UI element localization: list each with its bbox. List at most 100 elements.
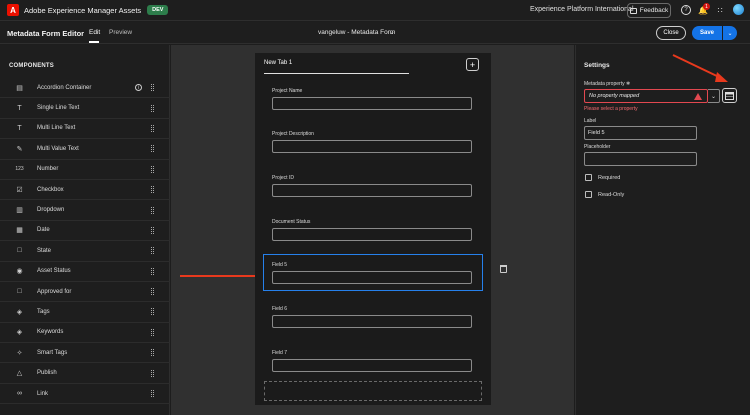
field-input[interactable]: [272, 359, 472, 372]
component-multi-line-text[interactable]: T Multi Line Text: [0, 119, 170, 140]
component-label: Dropdown: [37, 207, 65, 214]
component-label: Multi Line Text: [37, 125, 76, 132]
placeholder-input[interactable]: [584, 152, 697, 166]
readonly-checkbox-row[interactable]: Read-Only: [585, 191, 624, 198]
component-publish[interactable]: △ Publish: [0, 363, 170, 384]
component-asset-status[interactable]: ◉ Asset Status: [0, 262, 170, 282]
drag-handle-icon[interactable]: [151, 145, 154, 153]
field-input[interactable]: [272, 315, 472, 328]
metadata-property-select[interactable]: No property mapped: [584, 89, 708, 103]
save-button[interactable]: Save: [692, 26, 722, 40]
status-icon: ◉: [16, 268, 23, 276]
form-card: New Tab 1 + Project Name Project Descrip…: [255, 53, 491, 405]
component-keywords[interactable]: ◈ Keywords: [0, 323, 170, 344]
form-field-project-id[interactable]: Project ID: [272, 175, 472, 197]
component-approved-for[interactable]: □ Approved for: [0, 282, 170, 303]
adobe-logo[interactable]: A: [7, 4, 19, 16]
approved-icon: □: [17, 288, 22, 296]
component-label: Approved for: [37, 288, 72, 295]
field-input[interactable]: [272, 184, 472, 197]
feedback-icon: [629, 7, 637, 14]
components-panel: COMPONENTS ▤ Accordion Container i T Sin…: [0, 45, 170, 415]
info-icon[interactable]: i: [135, 84, 142, 92]
field-input[interactable]: [272, 271, 472, 284]
app-title[interactable]: Adobe Experience Manager Assets: [24, 6, 141, 15]
form-field-project-description[interactable]: Project Description: [272, 131, 472, 153]
component-label: Link: [37, 390, 49, 397]
label-input[interactable]: Field 5: [584, 126, 697, 140]
chevron-down-icon[interactable]: ⌄: [389, 28, 395, 36]
required-label: Required: [598, 174, 621, 181]
component-checkbox[interactable]: ☑ Checkbox: [0, 180, 170, 201]
help-icon[interactable]: ?: [681, 5, 691, 15]
drag-handle-icon[interactable]: [151, 308, 154, 316]
component-label: Accordion Container: [37, 84, 92, 91]
form-field-field-5[interactable]: Field 5: [272, 262, 472, 284]
drag-handle-icon[interactable]: [151, 226, 154, 234]
state-icon: □: [17, 247, 22, 255]
drag-handle-icon[interactable]: [151, 247, 154, 255]
required-checkbox-row[interactable]: Required: [585, 174, 620, 181]
field-input[interactable]: [272, 228, 472, 241]
table-icon: [725, 91, 734, 100]
drag-handle-icon[interactable]: [151, 390, 154, 398]
save-options-button[interactable]: ⌄: [723, 26, 737, 40]
component-label: Asset Status: [37, 268, 71, 275]
drag-handle-icon[interactable]: [151, 369, 154, 377]
drag-handle-icon[interactable]: [151, 349, 154, 357]
component-dropdown[interactable]: ▥ Dropdown: [0, 200, 170, 221]
drag-handle-icon[interactable]: [151, 267, 154, 275]
drag-handle-icon[interactable]: [151, 288, 154, 296]
close-button[interactable]: Close: [656, 26, 686, 40]
number-icon: 123: [15, 166, 24, 173]
accordion-icon: ▤: [16, 84, 23, 92]
tab-edit[interactable]: Edit: [89, 29, 100, 36]
component-link[interactable]: ∞ Link: [0, 384, 170, 405]
add-tab-button[interactable]: +: [466, 58, 479, 71]
form-field-document-status[interactable]: Document Status: [272, 219, 472, 241]
tab-new-tab-1[interactable]: New Tab 1: [264, 60, 292, 66]
page-title: Metadata Form Editor: [7, 29, 85, 38]
form-field-project-name[interactable]: Project Name: [272, 88, 472, 110]
drag-handle-icon[interactable]: [151, 165, 154, 173]
publish-icon: △: [16, 370, 23, 378]
drag-handle-icon[interactable]: [151, 328, 154, 336]
form-field-field-7[interactable]: Field 7: [272, 350, 472, 372]
component-label: Smart Tags: [37, 349, 68, 356]
component-accordion-container[interactable]: ▤ Accordion Container i: [0, 78, 170, 99]
component-smart-tags[interactable]: ✧ Smart Tags: [0, 343, 170, 364]
component-label: Keywords: [37, 329, 64, 336]
component-date[interactable]: ▦ Date: [0, 221, 170, 242]
notification-badge: 1: [703, 3, 710, 10]
feedback-button[interactable]: Feedback: [627, 3, 671, 18]
chevron-down-icon[interactable]: ⌄: [708, 89, 720, 103]
component-multi-value-text[interactable]: ✎ Multi Value Text: [0, 139, 170, 160]
components-heading: COMPONENTS: [9, 63, 55, 69]
field-input[interactable]: [272, 140, 472, 153]
schema-browser-button[interactable]: [722, 88, 737, 103]
form-field-field-6[interactable]: Field 6: [272, 306, 472, 328]
trash-icon[interactable]: [500, 265, 507, 273]
avatar[interactable]: [733, 4, 744, 15]
drag-handle-icon[interactable]: [151, 84, 154, 92]
drag-handle-icon[interactable]: [151, 206, 154, 214]
drag-handle-icon[interactable]: [151, 124, 154, 132]
drag-handle-icon[interactable]: [151, 186, 154, 194]
component-label: Checkbox: [37, 186, 64, 193]
editor-header: Metadata Form Editor Edit Preview vangel…: [0, 22, 750, 44]
app-switcher-icon[interactable]: ∷: [715, 5, 725, 15]
required-checkbox[interactable]: [585, 174, 592, 181]
drop-zone[interactable]: [264, 381, 482, 401]
readonly-checkbox[interactable]: [585, 191, 592, 198]
org-switcher[interactable]: Experience Platform International: [530, 6, 634, 13]
tab-preview[interactable]: Preview: [109, 29, 132, 36]
component-state[interactable]: □ State: [0, 241, 170, 262]
component-tags[interactable]: ◈ Tags: [0, 302, 170, 323]
drag-handle-icon[interactable]: [151, 104, 154, 112]
form-title[interactable]: vangeluw - Metadata Form: [318, 29, 395, 36]
field-label: Project Name: [272, 88, 303, 94]
component-single-line-text[interactable]: T Single Line Text: [0, 98, 170, 119]
active-tab-indicator: [89, 41, 99, 43]
component-number[interactable]: 123 Number: [0, 160, 170, 180]
field-input[interactable]: [272, 97, 472, 110]
